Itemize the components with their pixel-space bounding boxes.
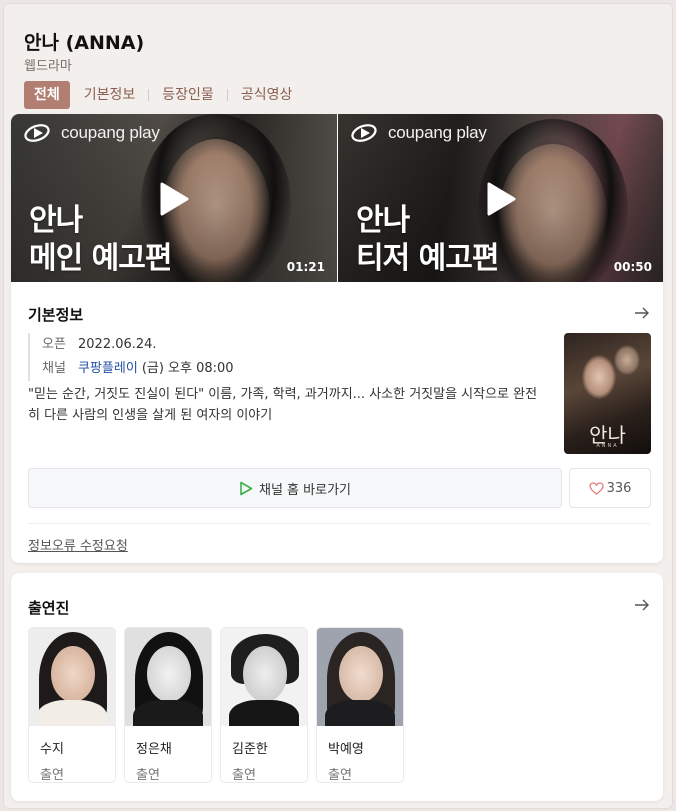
brand-label: coupang play (388, 123, 487, 142)
page-subtitle: 웹드라마 (24, 59, 72, 74)
info-list: 오픈 2022.06.24. 채널 쿠팡플레이 (금) 오후 08:00 (28, 333, 234, 381)
coupang-play-icon (24, 124, 50, 142)
channel-link[interactable]: 쿠팡플레이 (78, 357, 138, 381)
basic-info-title: 기본정보 (28, 306, 84, 324)
video-thumbnail-teaser-trailer[interactable]: coupang play 안나 티저 예고편 00:50 (338, 114, 663, 282)
tab-all[interactable]: 전체 (24, 81, 70, 109)
info-row-channel: 채널 쿠팡플레이 (금) 오후 08:00 (42, 357, 234, 381)
info-row-open: 오픈 2022.06.24. (42, 333, 234, 357)
tab-official-videos[interactable]: 공식영상 (241, 81, 293, 109)
tab-divider (226, 89, 228, 101)
cast-photo (221, 628, 307, 726)
channel-label: 채널 (42, 361, 66, 376)
video-thumbnail-main-trailer[interactable]: coupang play 안나 메인 예고편 01:21 (11, 114, 337, 282)
coupang-play-logo: coupang play (350, 122, 487, 144)
page-title: 안나 (ANNA) (24, 32, 145, 54)
cast-item[interactable]: 김준한 출연 (220, 627, 308, 783)
cast-name: 정은채 (136, 742, 172, 757)
cast-role: 출연 (328, 768, 352, 783)
tab-basic-info[interactable]: 기본정보 (84, 81, 136, 109)
channel-schedule: (금) 오후 08:00 (141, 361, 234, 376)
cast-photo (317, 628, 403, 726)
video-title: 안나 티저 예고편 (356, 203, 499, 276)
tab-characters[interactable]: 등장인물 (162, 81, 214, 109)
cast-name: 수지 (40, 742, 64, 757)
cast-item[interactable]: 박예영 출연 (316, 627, 404, 783)
like-count: 336 (606, 480, 632, 496)
cast-name: 박예영 (328, 742, 364, 757)
tab-bar: 전체 기본정보 등장인물 공식영상 (24, 81, 292, 109)
cast-name: 김준한 (232, 742, 268, 757)
cast-card: 출연진 수지 출연 정은채 출연 김준한 출연 박예영 출연 (11, 573, 663, 801)
cast-title: 출연진 (28, 599, 70, 617)
cast-role: 출연 (40, 768, 64, 783)
coupang-play-icon (351, 124, 377, 142)
cast-role: 출연 (232, 768, 256, 783)
channel-home-label: 채널 홈 바로가기 (259, 482, 351, 498)
open-date: 2022.06.24. (78, 337, 157, 352)
video-duration: 01:21 (286, 260, 325, 274)
tab-divider (148, 89, 150, 101)
coupang-play-logo: coupang play (23, 122, 160, 144)
cast-photo (125, 628, 211, 726)
play-outline-icon (240, 481, 253, 495)
video-title: 안나 메인 예고편 (29, 203, 172, 276)
poster-subtitle: ANNA (596, 443, 619, 449)
arrow-right-icon[interactable] (634, 305, 650, 321)
like-button[interactable]: 336 (569, 468, 651, 508)
cast-item[interactable]: 정은채 출연 (124, 627, 212, 783)
cast-item[interactable]: 수지 출연 (28, 627, 116, 783)
poster-image[interactable]: 안나 ANNA (564, 333, 651, 454)
synopsis: "믿는 순간, 거짓도 진실이 된다" 이름, 가족, 학력, 과거까지... … (28, 387, 538, 423)
report-error-link[interactable]: 정보오류 수정요청 (28, 535, 128, 554)
cast-list: 수지 출연 정은채 출연 김준한 출연 박예영 출연 (28, 627, 412, 783)
channel-home-button[interactable]: 채널 홈 바로가기 (28, 468, 562, 508)
heart-icon (588, 481, 604, 495)
brand-label: coupang play (61, 123, 160, 142)
cast-photo (29, 628, 115, 726)
video-duration: 00:50 (613, 260, 652, 274)
arrow-right-icon[interactable] (634, 597, 650, 613)
basic-info-card: coupang play 안나 메인 예고편 01:21 coupang pla… (11, 114, 663, 563)
divider (28, 523, 650, 524)
cast-role: 출연 (136, 768, 160, 783)
open-label: 오픈 (42, 337, 66, 352)
